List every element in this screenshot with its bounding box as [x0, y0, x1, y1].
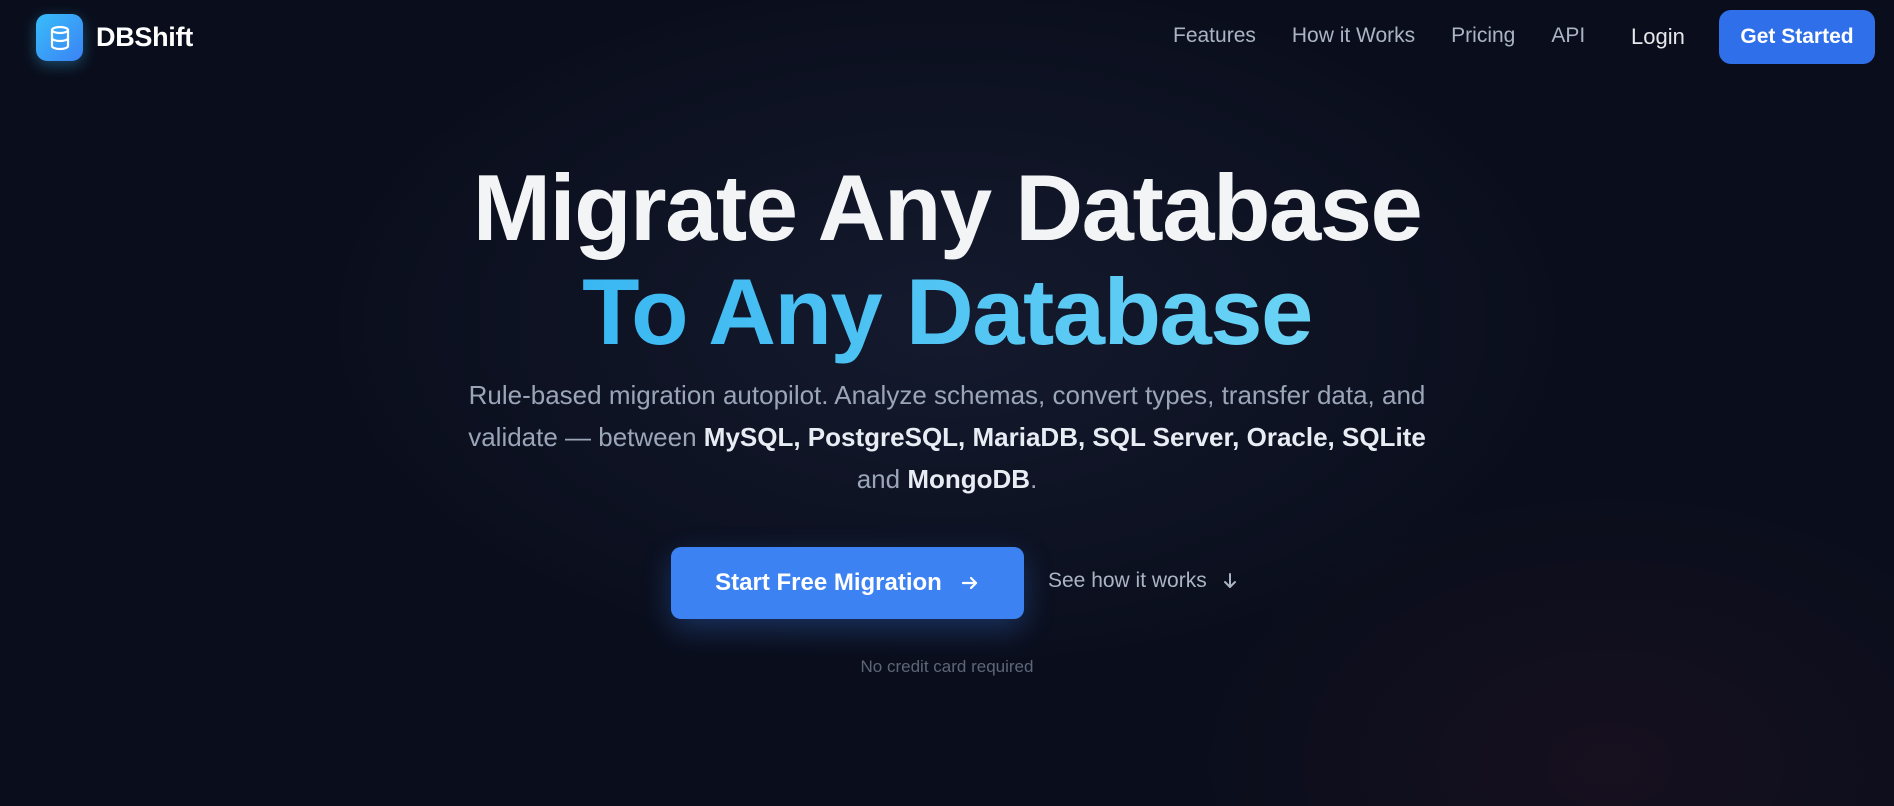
subtitle-end: . [1030, 464, 1038, 494]
arrow-right-icon [960, 573, 980, 593]
brand-name: DBShift [96, 22, 193, 52]
nav-link-pricing[interactable]: Pricing [1451, 24, 1515, 48]
no-credit-card-note: No credit card required [860, 657, 1034, 676]
arrow-down-icon [1221, 572, 1239, 590]
subtitle-and: and [856, 464, 908, 494]
hero-title-line1: Migrate Any Database [472, 155, 1423, 260]
hero-subtitle: Rule-based migration autopilot. Analyze … [447, 374, 1447, 500]
database-icon [36, 14, 83, 61]
see-how-it-works-link[interactable]: See how it works [1048, 569, 1239, 593]
get-started-button[interactable]: Get Started [1719, 10, 1875, 64]
landing-page: DBShift Features How it Works Pricing AP… [0, 0, 1894, 806]
top-nav: DBShift Features How it Works Pricing AP… [0, 0, 1894, 78]
nav-link-features[interactable]: Features [1173, 24, 1256, 48]
database-list: MySQL, PostgreSQL, MariaDB, SQL Server, … [703, 422, 1426, 452]
start-free-migration-button[interactable]: Start Free Migration [671, 547, 1024, 619]
brand[interactable]: DBShift [36, 14, 193, 61]
login-link[interactable]: Login [1631, 24, 1685, 50]
nav-links: Features How it Works Pricing API [1173, 24, 1621, 48]
start-free-migration-label: Start Free Migration [715, 569, 942, 596]
see-how-it-works-label: See how it works [1048, 569, 1207, 592]
database-mongodb: MongoDB [907, 464, 1031, 494]
hero-title-line2: To Any Database [0, 262, 1894, 362]
nav-link-how-it-works[interactable]: How it Works [1292, 24, 1415, 48]
hero-title-highlight: To Any Database [582, 259, 1313, 364]
nav-link-api[interactable]: API [1551, 24, 1585, 48]
